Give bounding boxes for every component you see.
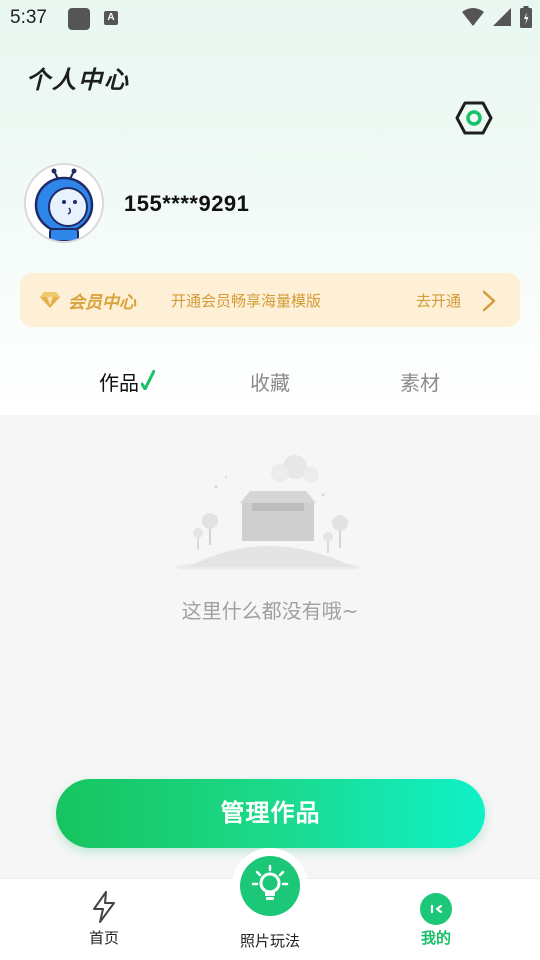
nav-label-home: 首页 — [89, 929, 120, 947]
vip-center-bar[interactable]: 会员中心 开通会员畅享海量模版 去开通 — [20, 273, 520, 327]
chevron-right-icon — [482, 290, 496, 312]
empty-box-illustration-icon — [176, 455, 360, 570]
avatar[interactable] — [24, 163, 104, 243]
notification-icon — [68, 8, 90, 30]
status-time: 5:37 — [10, 7, 47, 28]
lightning-icon — [93, 891, 115, 923]
settings-icon — [455, 101, 493, 135]
wifi-icon — [462, 8, 484, 26]
battery-icon — [520, 6, 532, 28]
nav-label-me: 我的 — [421, 929, 452, 947]
tab-materials[interactable]: 素材 — [400, 367, 440, 396]
lightbulb-icon — [251, 864, 289, 900]
face-icon — [420, 893, 452, 925]
diamond-icon — [40, 292, 60, 308]
vip-description: 开通会员畅享海量模版 — [171, 292, 322, 310]
manage-works-button[interactable]: 管理作品 — [56, 779, 485, 848]
nav-item-photo-play[interactable] — [240, 856, 300, 916]
nav-label-photo-play[interactable]: 照片玩法 — [240, 930, 300, 951]
settings-button[interactable] — [455, 99, 493, 137]
tab-favorites[interactable]: 收藏 — [250, 367, 290, 396]
active-tab-indicator-icon — [141, 370, 155, 390]
status-bar: 5:37 A — [0, 0, 540, 36]
page-title: 个人中心 — [26, 66, 130, 94]
status-icons — [462, 6, 532, 28]
a-badge-icon: A — [104, 11, 118, 25]
vip-open-link[interactable]: 去开通 — [416, 290, 461, 311]
signal-icon — [493, 8, 511, 26]
vip-title: 会员中心 — [68, 293, 136, 313]
user-phone: 155****9291 — [124, 191, 250, 216]
content-tabs: 作品 收藏 素材 — [0, 355, 540, 415]
empty-state-text: 这里什么都没有哦~ — [181, 599, 359, 623]
tab-works[interactable]: 作品 — [99, 367, 139, 396]
robot-avatar-icon — [34, 168, 94, 241]
